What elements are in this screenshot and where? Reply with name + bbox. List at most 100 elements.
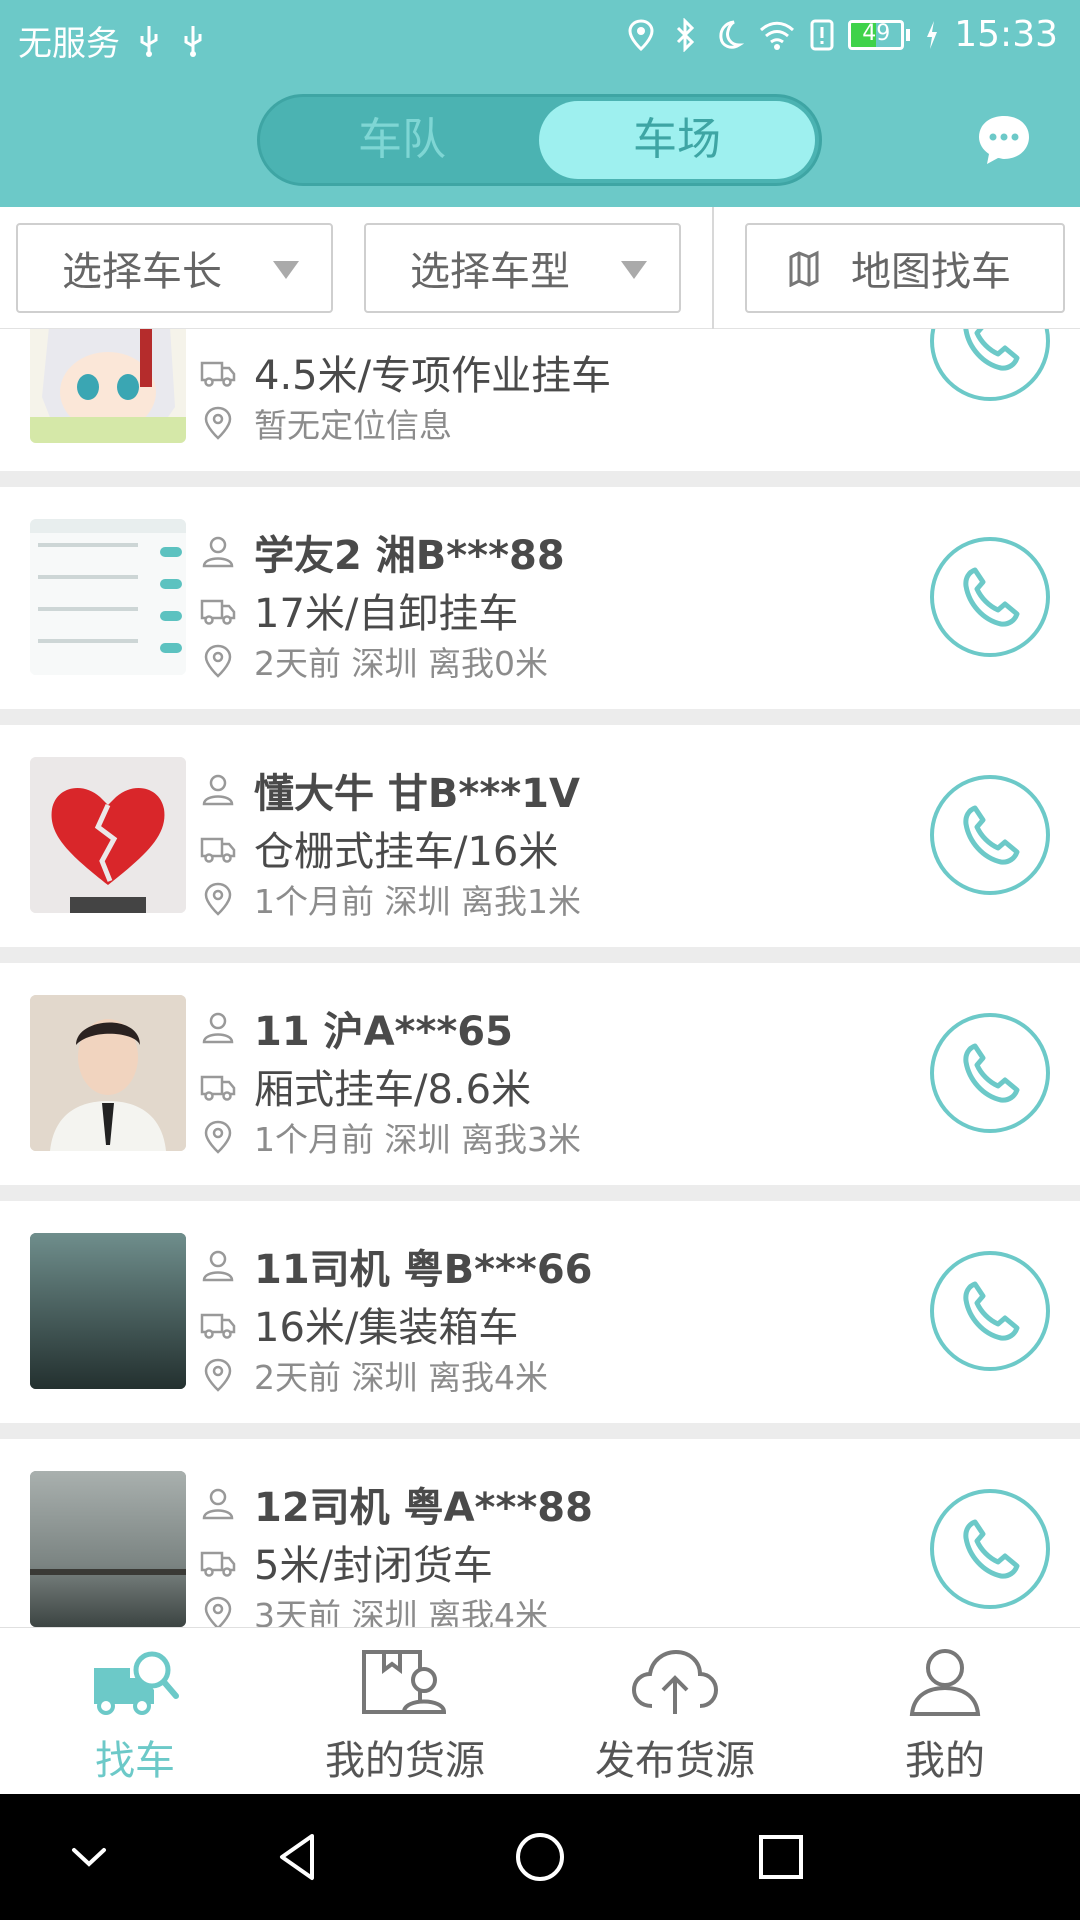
vehicle-spec: 16米/集装箱车 bbox=[254, 1305, 519, 1351]
chat-bubble-icon[interactable] bbox=[976, 112, 1032, 168]
wifi-icon bbox=[760, 21, 795, 50]
nav-find-truck[interactable]: 找车 bbox=[0, 1628, 270, 1795]
avatar bbox=[30, 519, 186, 675]
clock: 15:33 bbox=[954, 14, 1058, 55]
nav-label: 找车 bbox=[95, 1738, 175, 1784]
bluetooth-icon bbox=[677, 17, 695, 52]
user-icon bbox=[202, 1250, 234, 1282]
vehicle-location: 1个月前 深圳 离我3米 bbox=[254, 1120, 581, 1159]
call-button[interactable] bbox=[930, 1489, 1050, 1609]
back-icon[interactable] bbox=[266, 1824, 332, 1890]
nav-label: 我的 bbox=[905, 1738, 985, 1784]
location-pin-icon bbox=[204, 1120, 232, 1154]
list-item[interactable]: 学友2 湘B***88 17米/自卸挂车 2天前 深圳 离我0米 bbox=[0, 487, 1080, 709]
avatar bbox=[30, 1233, 186, 1389]
moon-icon bbox=[719, 20, 745, 49]
location-icon bbox=[628, 18, 654, 51]
phone-icon bbox=[963, 1043, 1020, 1103]
chevron-down-icon[interactable] bbox=[56, 1824, 122, 1890]
map-search-button[interactable]: 地图找车 bbox=[745, 223, 1065, 313]
map-search-label: 地图找车 bbox=[851, 249, 1011, 295]
driver-name: 懂大牛 甘B***1V bbox=[254, 771, 580, 817]
nav-publish-cargo[interactable]: 发布货源 bbox=[540, 1628, 810, 1795]
vehicle-spec: 厢式挂车/8.6米 bbox=[254, 1067, 532, 1113]
truck-search-icon bbox=[94, 1651, 179, 1715]
usb-icon bbox=[184, 25, 202, 57]
system-nav-bar bbox=[0, 1794, 1080, 1920]
phone-icon bbox=[963, 329, 1020, 371]
list-item[interactable]: 懂大牛 甘B***1V 仓栅式挂车/16米 1个月前 深圳 离我1米 bbox=[0, 725, 1080, 947]
call-button[interactable] bbox=[930, 537, 1050, 657]
list-item[interactable]: 11司机 粤B***66 16米/集装箱车 2天前 深圳 离我4米 bbox=[0, 1201, 1080, 1423]
avatar bbox=[30, 1471, 186, 1627]
phone-icon bbox=[963, 805, 1020, 865]
list-item[interactable]: 11 沪A***65 厢式挂车/8.6米 1个月前 深圳 离我3米 bbox=[0, 963, 1080, 1185]
type-filter-label: 选择车型 bbox=[410, 249, 570, 295]
map-icon bbox=[789, 250, 819, 287]
location-pin-icon bbox=[204, 644, 232, 678]
call-button[interactable] bbox=[930, 1251, 1050, 1371]
bottom-nav: 找车 我的货源 发布货源 我的 bbox=[0, 1627, 1080, 1794]
vehicle-list: 4.5米/专项作业挂车 暂无定位信息 学友2 湘B***88 17米/自卸挂车 bbox=[0, 329, 1080, 1627]
vehicle-spec: 4.5米/专项作业挂车 bbox=[254, 353, 612, 399]
driver-name: 12司机 粤A***88 bbox=[254, 1485, 593, 1531]
length-filter-dropdown[interactable]: 选择车长 bbox=[16, 223, 333, 313]
divider bbox=[712, 207, 714, 329]
vehicle-location: 暂无定位信息 bbox=[254, 406, 452, 445]
driver-name: 学友2 湘B***88 bbox=[254, 533, 565, 579]
nav-profile[interactable]: 我的 bbox=[810, 1628, 1080, 1795]
call-button[interactable] bbox=[930, 775, 1050, 895]
truck-icon bbox=[200, 1313, 236, 1339]
tab-yard[interactable]: 车场 bbox=[539, 101, 815, 179]
phone-icon bbox=[963, 1281, 1020, 1341]
vehicle-spec: 17米/自卸挂车 bbox=[254, 591, 519, 637]
truck-icon bbox=[200, 1075, 236, 1101]
user-icon bbox=[202, 1012, 234, 1044]
vehicle-location: 2天前 深圳 离我4米 bbox=[254, 1358, 548, 1397]
location-pin-icon bbox=[204, 1358, 232, 1392]
truck-icon bbox=[200, 599, 236, 625]
length-filter-label: 选择车长 bbox=[62, 249, 222, 295]
list-item[interactable]: 12司机 粤A***88 5米/封闭货车 3天前 深圳 离我4米 bbox=[0, 1439, 1080, 1627]
battery-indicator: 49 bbox=[848, 19, 911, 50]
nav-label: 发布货源 bbox=[595, 1738, 755, 1784]
nav-my-cargo[interactable]: 我的货源 bbox=[270, 1628, 540, 1795]
nav-label: 我的货源 bbox=[325, 1738, 485, 1784]
call-button[interactable] bbox=[930, 329, 1050, 401]
phone-icon bbox=[963, 1519, 1020, 1579]
location-pin-icon bbox=[204, 406, 232, 440]
user-icon bbox=[202, 536, 234, 568]
truck-icon bbox=[200, 361, 236, 387]
avatar bbox=[30, 329, 186, 443]
dropdown-arrow-icon bbox=[273, 261, 299, 279]
app-header: 无服务 49 15:33 车队 车场 bbox=[0, 0, 1080, 207]
cloud-upload-icon bbox=[631, 1649, 719, 1714]
home-icon[interactable] bbox=[507, 1824, 573, 1890]
filter-bar: 选择车长 选择车型 地图找车 bbox=[0, 207, 1080, 329]
location-pin-icon bbox=[204, 1596, 232, 1627]
user-icon bbox=[202, 774, 234, 806]
segment-control: 车队 车场 bbox=[257, 94, 822, 186]
vehicle-location: 2天前 深圳 离我0米 bbox=[254, 644, 548, 683]
recents-icon[interactable] bbox=[748, 1824, 814, 1890]
user-icon bbox=[909, 1649, 981, 1716]
tab-fleet[interactable]: 车队 bbox=[264, 101, 540, 179]
user-icon bbox=[202, 1488, 234, 1520]
charging-icon bbox=[927, 20, 938, 49]
location-pin-icon bbox=[204, 882, 232, 916]
vehicle-location: 3天前 深圳 离我4米 bbox=[254, 1596, 548, 1627]
box-person-icon bbox=[362, 1650, 447, 1714]
sim-alert-icon bbox=[810, 19, 834, 50]
truck-icon bbox=[200, 837, 236, 863]
call-button[interactable] bbox=[930, 1013, 1050, 1133]
vehicle-location: 1个月前 深圳 离我1米 bbox=[254, 882, 581, 921]
list-item[interactable]: 4.5米/专项作业挂车 暂无定位信息 bbox=[0, 329, 1080, 471]
avatar bbox=[30, 757, 186, 913]
type-filter-dropdown[interactable]: 选择车型 bbox=[364, 223, 681, 313]
dropdown-arrow-icon bbox=[621, 261, 647, 279]
status-bar: 无服务 49 15:33 bbox=[0, 0, 1080, 76]
driver-name: 11 沪A***65 bbox=[254, 1009, 513, 1055]
usb-icon bbox=[140, 25, 158, 57]
carrier-label: 无服务 bbox=[18, 24, 120, 64]
driver-name: 11司机 粤B***66 bbox=[254, 1247, 593, 1293]
